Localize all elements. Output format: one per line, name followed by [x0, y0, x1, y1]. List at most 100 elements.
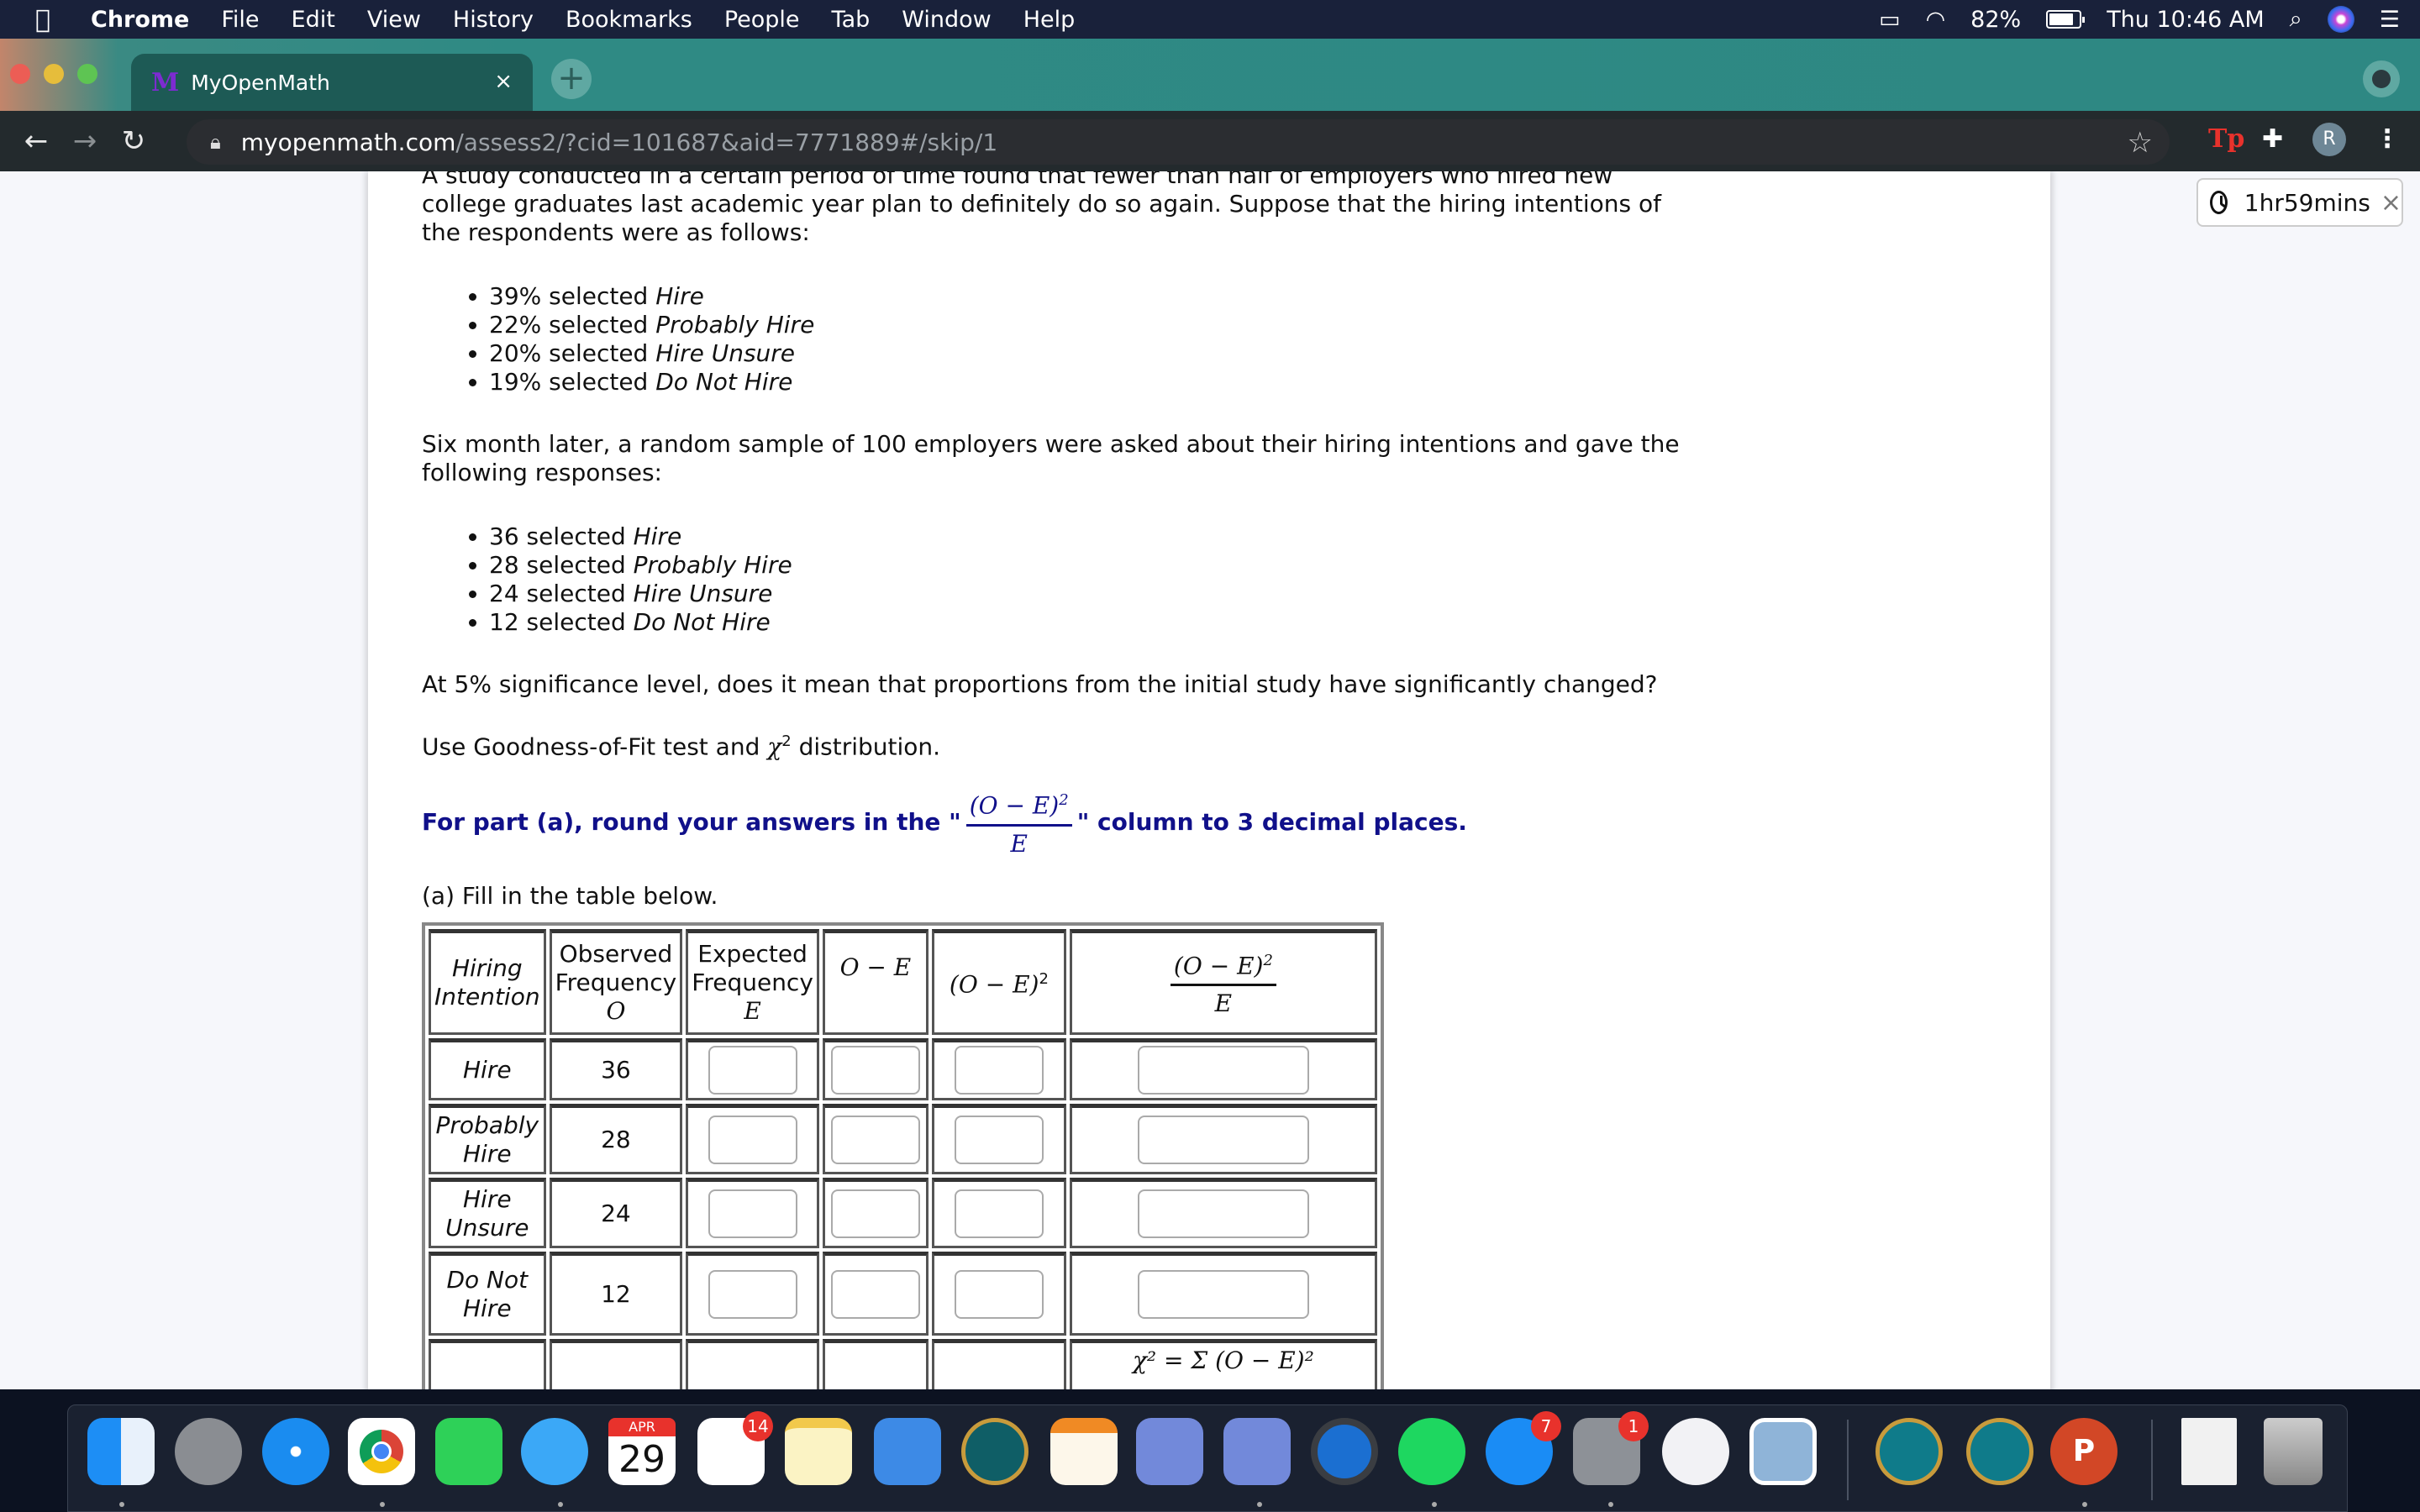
o-minus-e-input[interactable]	[830, 1115, 920, 1164]
keynote-icon[interactable]	[874, 1418, 941, 1485]
chi-term-input[interactable]	[1137, 1045, 1309, 1095]
page-viewport: A study conducted in a certain period of…	[0, 171, 2420, 1389]
spotlight-search-icon[interactable]: ⌕	[2290, 6, 2302, 33]
o-minus-e-input[interactable]	[830, 1269, 920, 1319]
tab-myopenmath[interactable]: M MyOpenMath ×	[131, 54, 533, 111]
league-client-icon-2[interactable]	[1966, 1418, 2033, 1485]
menu-view[interactable]: View	[367, 7, 421, 33]
significance-question: At 5% significance level, does it mean t…	[422, 670, 1658, 698]
list-item: 24 selected Hire Unsure	[489, 580, 1682, 608]
facetime-icon[interactable]	[435, 1418, 502, 1485]
o-minus-e-input[interactable]	[830, 1189, 920, 1238]
chi-term-input[interactable]	[1137, 1189, 1309, 1238]
assessment-timer: 1hr59mins ×	[2196, 178, 2403, 227]
browser-toolbar: ← → ↻ 🔒︎ myopenmath.com/assess2/?cid=101…	[0, 111, 2420, 171]
menu-people[interactable]: People	[724, 7, 800, 33]
menu-edit[interactable]: Edit	[292, 7, 335, 33]
row-observed: 28	[549, 1103, 683, 1174]
list-item: 20% selected Hire Unsure	[489, 339, 1682, 368]
o-minus-e-input[interactable]	[830, 1045, 920, 1095]
menu-bookmarks[interactable]: Bookmarks	[566, 7, 692, 33]
tab-title: MyOpenMath	[191, 70, 330, 95]
notification-center-icon[interactable]: ☰	[2380, 7, 2400, 33]
chrome-dock-icon[interactable]	[348, 1418, 415, 1485]
running-indicator	[1608, 1502, 1613, 1507]
lock-icon[interactable]: 🔒︎	[210, 130, 221, 154]
league-of-legends-icon[interactable]	[961, 1418, 1028, 1485]
reminders-badge: 14	[743, 1411, 773, 1441]
expected-input[interactable]	[708, 1115, 797, 1164]
menubar-clock[interactable]: Thu 10:46 AM	[2107, 7, 2264, 33]
bookmark-star-icon[interactable]: ☆	[2128, 126, 2153, 160]
discord-icon-2[interactable]	[1223, 1418, 1291, 1485]
row-intention: Do Not Hire	[429, 1251, 546, 1336]
row-observed: 12	[549, 1251, 683, 1336]
spotify-icon[interactable]	[1398, 1418, 1465, 1485]
menu-app-chrome[interactable]: Chrome	[91, 7, 189, 33]
finder-icon[interactable]	[87, 1418, 155, 1485]
safari-icon[interactable]	[262, 1418, 329, 1485]
menu-help[interactable]: Help	[1023, 7, 1076, 33]
o-minus-e-squared-input[interactable]	[954, 1189, 1044, 1238]
header-observed: Observed Frequency O	[549, 928, 683, 1035]
table-row: Hire Unsure 24	[429, 1177, 1377, 1248]
quicktime-icon[interactable]	[1311, 1418, 1378, 1485]
o-minus-e-squared-input[interactable]	[954, 1115, 1044, 1164]
list-item: 36 selected Hire	[489, 522, 1682, 551]
tab-close-icon[interactable]: ×	[494, 69, 513, 94]
launchpad-icon[interactable]	[175, 1418, 242, 1485]
timer-close-icon[interactable]: ×	[2381, 188, 2402, 218]
question-intro: A study conducted in a certain period of…	[422, 171, 1662, 246]
battery-icon[interactable]	[2046, 10, 2086, 29]
window-minimize-button[interactable]	[44, 64, 64, 84]
mac-menu-bar:  Chrome File Edit View History Bookmark…	[0, 0, 2420, 39]
apple-menu-icon[interactable]: 	[35, 5, 60, 34]
pages-icon[interactable]	[1050, 1418, 1118, 1485]
menu-tab[interactable]: Tab	[832, 7, 871, 33]
tab-search-button[interactable]	[2363, 60, 2400, 97]
followup-text: Six month later, a random sample of 100 …	[422, 430, 1680, 486]
sample-responses-list: 36 selected Hire 28 selected Probably Hi…	[489, 522, 1682, 637]
expected-input[interactable]	[708, 1269, 797, 1319]
tp-extension-icon[interactable]: Tp	[2208, 124, 2244, 154]
league-client-icon[interactable]	[1876, 1418, 1943, 1485]
o-minus-e-squared-input[interactable]	[954, 1269, 1044, 1319]
row-intention: Probably Hire	[429, 1103, 546, 1174]
initial-proportions-list: 39% selected Hire 22% selected Probably …	[489, 282, 1682, 396]
row-observed: 24	[549, 1177, 683, 1248]
menu-file[interactable]: File	[221, 7, 259, 33]
calendar-icon[interactable]: APR 29	[608, 1418, 676, 1485]
expected-input[interactable]	[708, 1045, 797, 1095]
wifi-icon[interactable]: ◠	[1926, 7, 1946, 33]
extensions-puzzle-icon[interactable]: ✚	[2262, 124, 2283, 154]
window-zoom-button[interactable]	[77, 64, 97, 84]
preview-icon[interactable]	[1749, 1418, 1817, 1485]
window-close-button[interactable]	[10, 64, 30, 84]
forward-arrow-icon[interactable]: →	[60, 124, 109, 158]
chi-term-input[interactable]	[1137, 1115, 1309, 1164]
itunes-icon[interactable]	[1662, 1418, 1729, 1485]
airplay-icon[interactable]: ▭	[1879, 7, 1901, 33]
reload-icon[interactable]: ↻	[109, 124, 158, 158]
notes-icon[interactable]	[785, 1418, 852, 1485]
new-tab-button[interactable]: +	[551, 59, 592, 99]
discord-icon[interactable]	[1136, 1418, 1203, 1485]
chrome-menu-icon[interactable]: ⋮	[2375, 124, 2400, 154]
o-minus-e-squared-input[interactable]	[954, 1045, 1044, 1095]
siri-icon[interactable]	[2327, 6, 2354, 33]
table-row: Probably Hire 28	[429, 1103, 1377, 1174]
expected-input[interactable]	[708, 1189, 797, 1238]
messages-icon[interactable]	[521, 1418, 588, 1485]
profile-avatar[interactable]: R	[2312, 123, 2346, 156]
chi-term-input[interactable]	[1137, 1269, 1309, 1319]
address-bar[interactable]: 🔒︎ myopenmath.com/assess2/?cid=101687&ai…	[187, 119, 2170, 165]
list-item: 28 selected Probably Hire	[489, 551, 1682, 580]
document-stack-icon[interactable]	[2181, 1418, 2237, 1485]
list-item: 39% selected Hire	[489, 282, 1682, 311]
powerpoint-icon[interactable]: P	[2050, 1418, 2118, 1485]
menu-history[interactable]: History	[453, 7, 534, 33]
back-arrow-icon[interactable]: ←	[12, 124, 60, 158]
trash-icon[interactable]	[2264, 1418, 2323, 1485]
menu-window[interactable]: Window	[902, 7, 991, 33]
system-preferences-badge: 1	[1618, 1411, 1649, 1441]
